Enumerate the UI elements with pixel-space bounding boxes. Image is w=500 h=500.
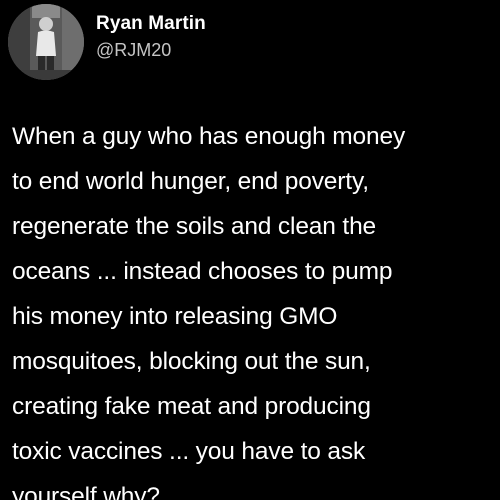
tweet-line: yourself why? (12, 483, 160, 500)
tweet-line: toxic vaccines ... you have to ask (12, 438, 366, 465)
tweet-line: oceans ... instead chooses to pump (12, 258, 393, 285)
user-handle[interactable]: @RJM20 (96, 40, 171, 61)
tweet-line: mosquitoes, blocking out the sun, (12, 348, 371, 375)
tweet-line: to end world hunger, end poverty, (12, 168, 369, 195)
tweet-text: When a guy who has enough money to end w… (12, 114, 496, 500)
tweet-line: regenerate the soils and clean the (12, 213, 377, 240)
tweet-screenshot: Ryan Martin @RJM20 When a guy who has en… (0, 0, 500, 500)
tweet-line: his money into releasing GMO (12, 303, 338, 330)
tweet-line: When a guy who has enough money (12, 123, 406, 150)
tweet-line: creating fake meat and producing (12, 393, 371, 420)
display-name[interactable]: Ryan Martin (96, 13, 206, 35)
avatar[interactable] (8, 4, 84, 80)
profile-photo-icon (8, 4, 84, 80)
